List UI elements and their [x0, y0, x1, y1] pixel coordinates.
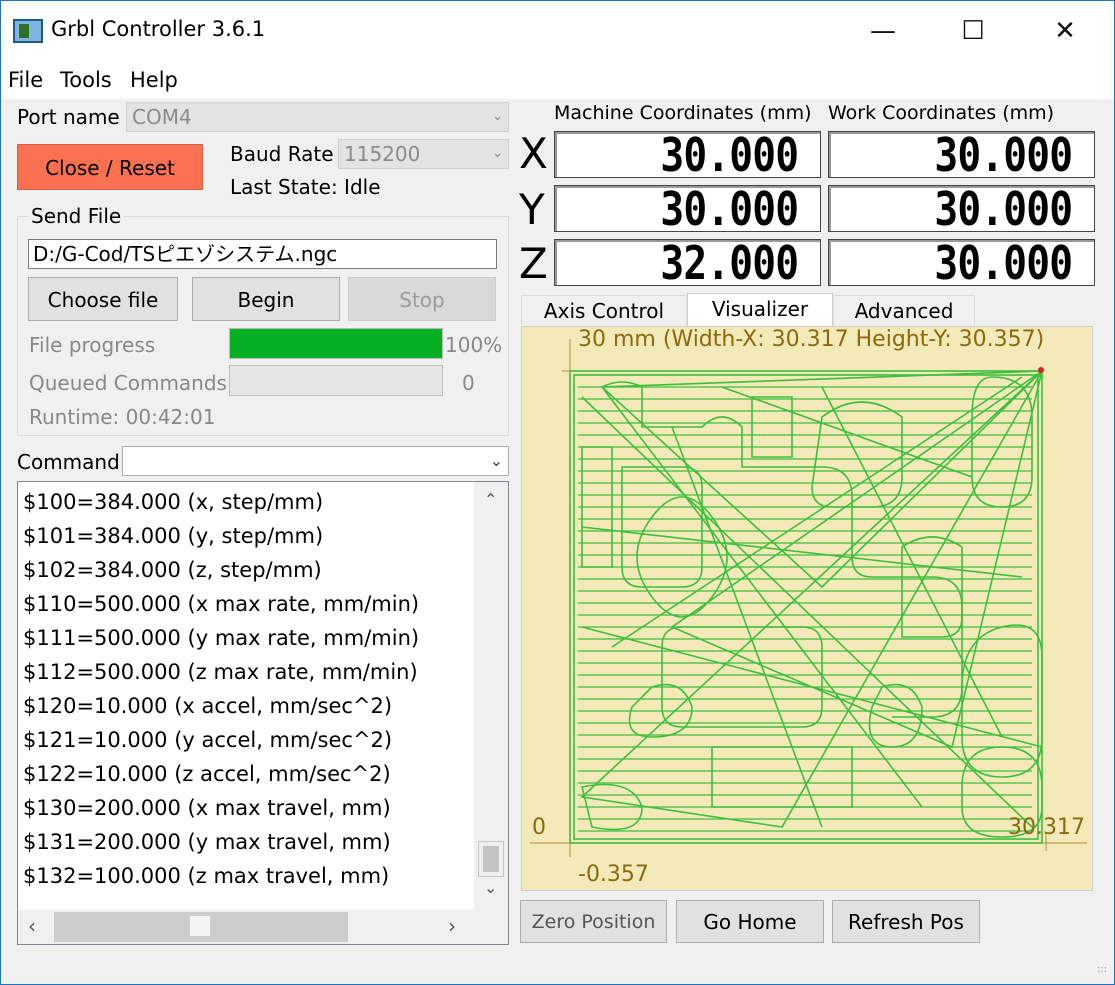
machine-x-value: 30.000	[660, 128, 799, 182]
chevron-down-icon: ⌄	[492, 109, 503, 124]
choose-file-button[interactable]: Choose file	[28, 277, 178, 321]
file-progress-percent: 100%	[445, 333, 503, 357]
menu-bar: File Tools Help	[1, 63, 1114, 99]
chevron-down-icon: ⌄	[492, 146, 503, 161]
send-file-title: Send File	[29, 204, 124, 228]
tab-axis-control[interactable]: Axis Control	[521, 295, 687, 325]
machine-y-value: 30.000	[660, 182, 799, 236]
console-line: $131=200.000 (y max travel, mm)	[23, 830, 391, 854]
port-select[interactable]: COM4 ⌄	[126, 102, 509, 132]
menu-tools[interactable]: Tools	[60, 68, 112, 92]
window-title: Grbl Controller 3.6.1	[51, 17, 266, 41]
port-name-label: Port name	[17, 105, 120, 129]
work-x-value: 30.000	[934, 128, 1073, 182]
work-z-value: 30.000	[934, 236, 1073, 290]
toolpath-plot	[530, 339, 1087, 857]
resize-grip-icon[interactable]: :::	[1097, 965, 1107, 975]
refresh-pos-button[interactable]: Refresh Pos	[832, 900, 980, 943]
begin-button[interactable]: Begin	[192, 277, 340, 321]
minimize-icon[interactable]: —	[853, 9, 913, 53]
file-path-field[interactable]: D:/G-Cod/TSピエゾシステム.ngc	[28, 239, 497, 269]
file-progress-bar	[229, 328, 443, 359]
last-state: Last State: Idle	[230, 175, 381, 199]
console-horizontal-scrollbar[interactable]: ‹ ›	[18, 910, 474, 944]
visualizer-y-min-label: -0.357	[578, 862, 649, 887]
chevron-down-icon[interactable]: ⌄	[484, 878, 497, 897]
console-line: $120=10.000 (x accel, mm/sec^2)	[23, 694, 393, 718]
machine-z-display: 32.000	[554, 239, 821, 286]
toolpath	[569, 370, 1043, 844]
console-line: $100=384.000 (x, step/mm)	[23, 490, 324, 514]
baud-rate-value: 115200	[344, 142, 421, 166]
machine-x-display: 30.000	[554, 131, 821, 178]
console-line: $132=100.000 (z max travel, mm)	[23, 864, 390, 888]
axis-label-z: Z	[519, 239, 548, 288]
tool-position-marker	[1038, 367, 1044, 373]
console-line: $121=10.000 (y accel, mm/sec^2)	[23, 728, 393, 752]
scroll-corner	[474, 910, 508, 944]
maximize-icon[interactable]: ☐	[943, 9, 1003, 53]
baud-rate-select[interactable]: 115200 ⌄	[338, 139, 509, 169]
machine-y-display: 30.000	[554, 185, 821, 232]
console-line: $122=10.000 (z accel, mm/sec^2)	[23, 762, 391, 786]
queued-commands-value: 0	[462, 371, 475, 395]
visualizer-x-max-label: 30.317	[1008, 815, 1085, 840]
console-line: $130=200.000 (x max travel, mm)	[23, 796, 391, 820]
chevron-left-icon[interactable]: ‹	[28, 914, 36, 938]
axis-label-y: Y	[519, 185, 545, 234]
work-z-display: 30.000	[828, 239, 1095, 286]
work-x-display: 30.000	[828, 131, 1095, 178]
console-output[interactable]: $100=384.000 (x, step/mm) $101=384.000 (…	[17, 481, 509, 945]
work-y-display: 30.000	[828, 185, 1095, 232]
machine-z-value: 32.000	[660, 236, 799, 290]
file-progress-label: File progress	[29, 333, 156, 357]
console-line: $112=500.000 (z max rate, mm/min)	[23, 660, 418, 684]
close-reset-button[interactable]: Close / Reset	[17, 144, 203, 190]
runtime: Runtime: 00:42:01	[29, 405, 216, 429]
machine-coords-header: Machine Coordinates (mm)	[554, 102, 812, 124]
console-line: $110=500.000 (x max rate, mm/min)	[23, 592, 420, 616]
console-line: $101=384.000 (y, step/mm)	[23, 524, 324, 548]
console-vertical-scrollbar[interactable]: ⌃ ⌄	[474, 482, 508, 910]
vertical-scroll-thumb[interactable]	[478, 841, 504, 877]
work-y-value: 30.000	[934, 182, 1073, 236]
port-value: COM4	[132, 105, 192, 129]
menu-help[interactable]: Help	[130, 68, 178, 92]
work-coords-header: Work Coordinates (mm)	[828, 102, 1055, 124]
go-home-button[interactable]: Go Home	[676, 900, 824, 943]
file-progress-fill	[230, 329, 442, 358]
title-bar: Grbl Controller 3.6.1 — ☐ ✕	[1, 1, 1114, 63]
console-line: $111=500.000 (y max rate, mm/min)	[23, 626, 420, 650]
command-label: Command	[17, 450, 120, 474]
queued-commands-label: Queued Commands	[29, 371, 227, 395]
visualizer-canvas[interactable]: 30 mm (Width-X: 30.317 Height-Y: 30.357)	[521, 326, 1093, 891]
stop-button[interactable]: Stop	[348, 277, 496, 321]
command-input[interactable]: ⌄	[122, 446, 509, 476]
queued-commands-bar	[229, 365, 443, 396]
chevron-right-icon[interactable]: ›	[448, 914, 456, 938]
visualizer-origin-label: 0	[532, 815, 546, 840]
console-line: $102=384.000 (z, step/mm)	[23, 558, 322, 582]
menu-file[interactable]: File	[8, 68, 43, 92]
tab-visualizer[interactable]: Visualizer	[687, 293, 833, 326]
baud-rate-label: Baud Rate	[230, 142, 334, 166]
close-icon[interactable]: ✕	[1035, 9, 1095, 53]
axis-label-x: X	[519, 129, 548, 178]
app-icon	[13, 19, 43, 43]
zero-position-button[interactable]: Zero Position	[520, 900, 667, 943]
app-window: Grbl Controller 3.6.1 — ☐ ✕ File Tools H…	[0, 0, 1115, 985]
chevron-up-icon[interactable]: ⌃	[484, 490, 497, 509]
chevron-down-icon: ⌄	[489, 451, 503, 470]
tab-advanced[interactable]: Advanced	[833, 295, 975, 325]
horizontal-scroll-thumb[interactable]	[190, 916, 210, 936]
